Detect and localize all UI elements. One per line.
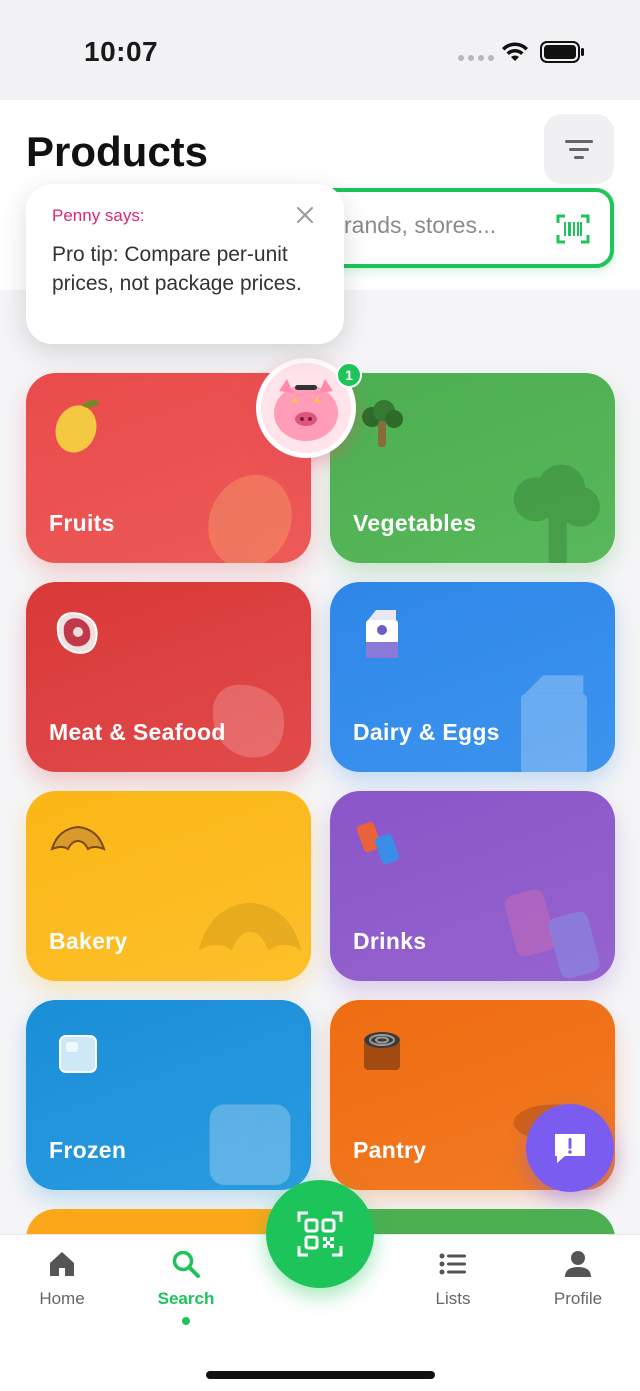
category-label: Bakery (49, 928, 128, 954)
category-label: Drinks (353, 928, 427, 954)
croissant-icon (198, 902, 302, 951)
status-time: 10:07 (84, 36, 159, 67)
category-card-frozen[interactable]: Frozen (26, 1000, 311, 1190)
page-title: Products (26, 128, 209, 175)
notification-badge: 1 (336, 362, 362, 388)
canned-food-icon (364, 1032, 400, 1070)
tab-label: Search (157, 1289, 215, 1308)
feedback-icon (555, 1134, 585, 1163)
filter-button[interactable] (544, 114, 614, 184)
category-card-meat-seafood[interactable]: Meat & Seafood (26, 582, 311, 772)
profile-icon (565, 1251, 591, 1277)
milk-carton-icon (366, 610, 398, 658)
tab-lists[interactable]: Lists (393, 1249, 513, 1309)
ice-cube-icon (59, 1035, 97, 1073)
search-bar[interactable] (300, 188, 614, 268)
mango-icon (208, 474, 292, 563)
status-bar: 10:07 (0, 0, 640, 100)
close-icon[interactable] (294, 204, 316, 226)
category-label: Fruits (49, 510, 115, 536)
search-input[interactable] (344, 212, 544, 239)
mango-icon (55, 400, 100, 453)
search-icon (172, 1250, 200, 1278)
milk-carton-icon (521, 675, 587, 772)
category-label: Pantry (353, 1137, 427, 1163)
home-indicator (206, 1371, 435, 1379)
tab-label: Lists (435, 1289, 471, 1308)
tab-label: Home (39, 1289, 85, 1308)
scan-qr-button[interactable] (266, 1180, 374, 1288)
barcode-scan-icon[interactable] (556, 214, 590, 244)
list-icon (439, 1253, 466, 1275)
feedback-button[interactable] (526, 1104, 614, 1192)
soda-cans-icon (356, 821, 400, 865)
steak-icon (56, 612, 98, 654)
category-label: Dairy & Eggs (353, 719, 500, 745)
category-card-bakery[interactable]: Bakery (26, 791, 311, 981)
signal-icon (458, 55, 494, 61)
category-card-drinks[interactable]: Drinks (330, 791, 615, 981)
tip-text: Pro tip: Compare per-unit prices, not pa… (52, 243, 302, 295)
home-icon (50, 1252, 74, 1276)
wifi-icon (502, 42, 528, 61)
tab-home[interactable]: Home (2, 1249, 122, 1309)
ice-cube-icon (209, 1104, 291, 1185)
tab-search[interactable]: Search (126, 1249, 246, 1325)
broccoli-icon (513, 464, 600, 563)
category-label: Meat & Seafood (49, 719, 226, 745)
croissant-icon (50, 825, 106, 851)
filter-icon (565, 140, 593, 159)
qr-code-icon (297, 1211, 343, 1257)
tab-profile[interactable]: Profile (518, 1249, 638, 1309)
category-label: Frozen (49, 1137, 127, 1163)
category-card-dairy-eggs[interactable]: Dairy & Eggs (330, 582, 615, 772)
battery-icon (540, 41, 584, 63)
category-label: Vegetables (353, 510, 477, 536)
tip-title: Penny says: (52, 206, 145, 225)
broccoli-icon (362, 400, 403, 447)
active-indicator (182, 1317, 190, 1325)
category-card-vegetables[interactable]: Vegetables (330, 373, 615, 563)
tip-popover: Penny says: Pro tip: Compare per-unit pr… (26, 184, 344, 344)
soda-cans-icon (504, 889, 600, 979)
tab-label: Profile (553, 1289, 603, 1308)
